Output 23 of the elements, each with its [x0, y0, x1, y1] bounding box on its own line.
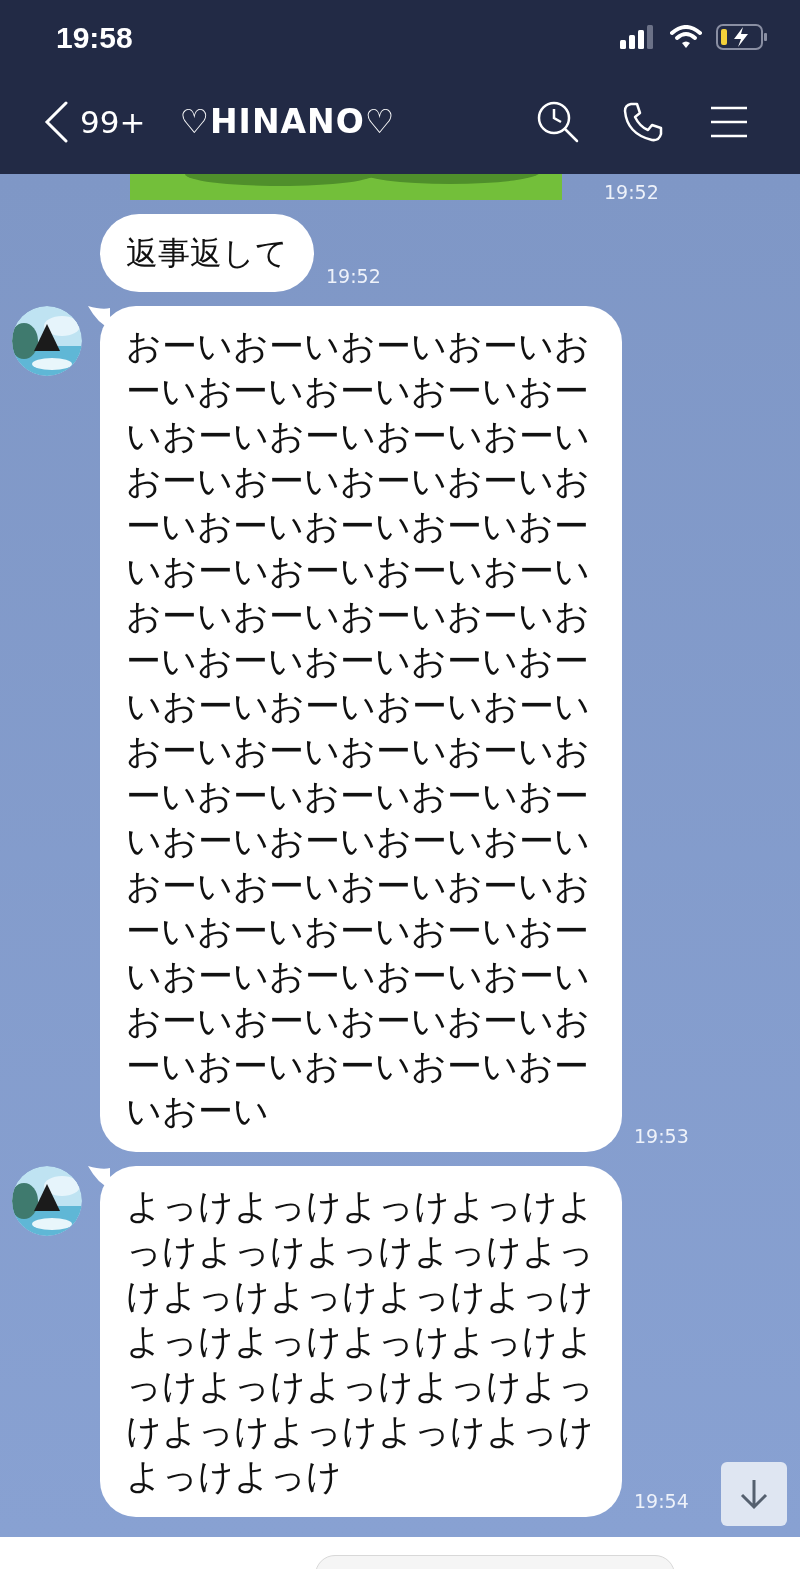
- message-time: 19:52: [326, 265, 381, 287]
- chat-title: ♡HINANO♡: [179, 101, 396, 144]
- message-text: おーいおーいおーいおーいおーいおーいおーいおーいおーいおーいおーいおーいおーいおーいおーいおーいおーいおーいおーいおーいおーいおーいおーいおーいおーいおーいおーいおーいおーいおーいおーいおーいおーいおーいおーいおーいおーいおーいおーいおーいおーいおーいおーいおーいおーいおーいおーいおーいおーいおーいおーいおーいおーいおーいおーいおーいおーいおーいおーいおーいおーいおーいおーいおーいおーいおーいおーいおーいおーいおーいおーいおーいおーいおーいおーい: [126, 325, 591, 1133]
- back-button[interactable]: 99+: [44, 98, 146, 146]
- message-text: よっけよっけよっけよっけよっけよっけよっけよっけよっけよっけよっけよっけよっけよっけよっけよっけよっけよっけよっけよっけよっけよっけよっけよっけよっけよっけよっけよっけ: [126, 1185, 595, 1498]
- call-button[interactable]: [622, 101, 664, 143]
- signal-icon: [620, 25, 656, 49]
- search-icon: [536, 100, 580, 144]
- unread-count: 99+: [80, 102, 146, 142]
- battery-icon: [716, 24, 768, 50]
- message-time: 19:53: [634, 1125, 689, 1147]
- history-search-button[interactable]: [536, 100, 580, 144]
- scroll-down-button[interactable]: [721, 1462, 787, 1526]
- wifi-icon: [670, 25, 702, 49]
- back-icon: [44, 101, 68, 143]
- arrow-down-icon: [739, 1478, 769, 1510]
- message-text: 返事返して: [126, 233, 288, 274]
- menu-icon: [710, 106, 748, 138]
- status-time: 19:58: [56, 19, 133, 56]
- message-time: 19:54: [634, 1490, 689, 1512]
- menu-button[interactable]: [710, 106, 748, 138]
- message-time: 19:52: [604, 181, 659, 203]
- phone-icon: [622, 101, 664, 143]
